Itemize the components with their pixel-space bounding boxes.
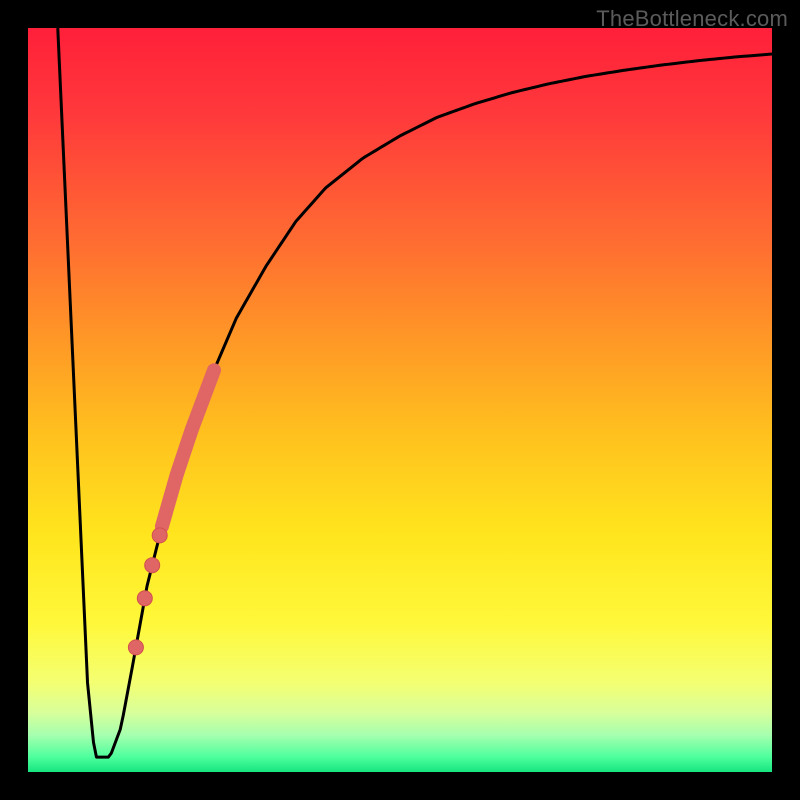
marker-dot xyxy=(128,640,143,655)
curve-layer xyxy=(28,28,772,772)
highlight-segment xyxy=(162,370,214,526)
plot-area xyxy=(28,28,772,772)
marker-dot xyxy=(137,591,152,606)
chart-frame: TheBottleneck.com xyxy=(0,0,800,800)
marker-dot xyxy=(145,558,160,573)
bottleneck-curve xyxy=(58,28,772,757)
marker-dot xyxy=(152,528,167,543)
